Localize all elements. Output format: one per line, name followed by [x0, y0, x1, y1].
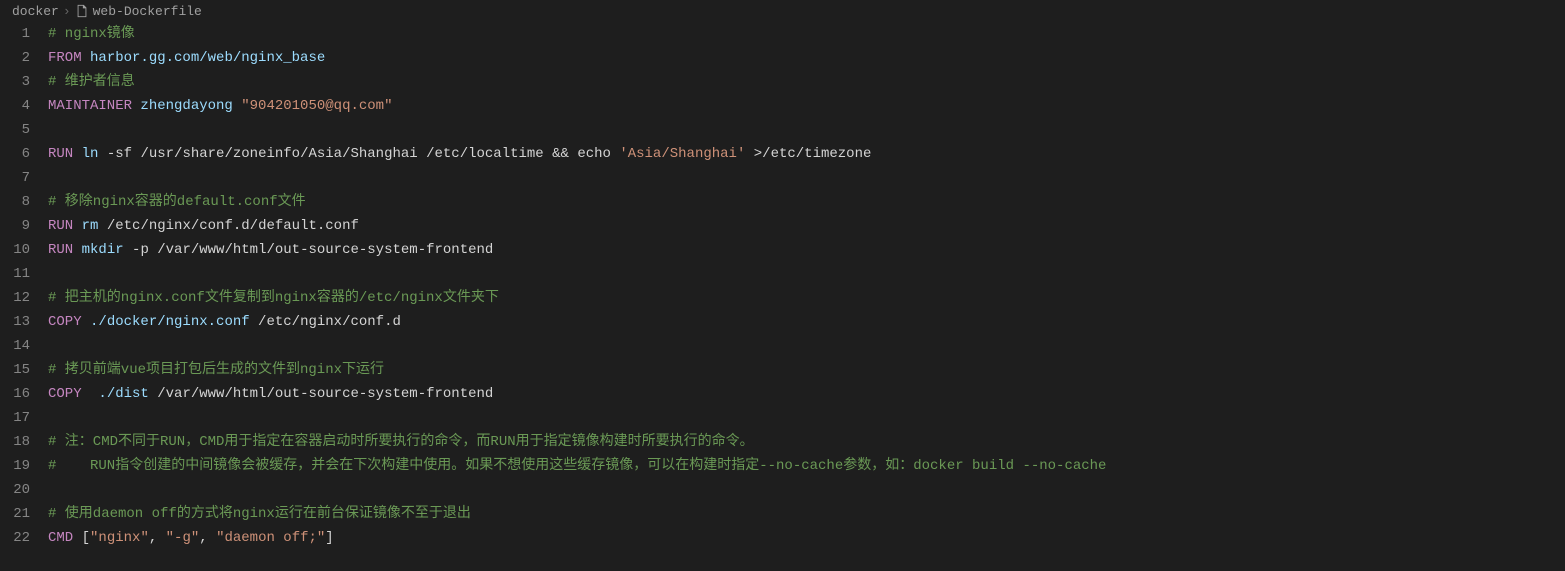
- token-keyword: RUN: [48, 218, 73, 234]
- token-string: 'Asia/Shanghai': [619, 146, 745, 162]
- line-number: 18: [0, 430, 30, 454]
- token-comment: # 把主机的nginx.conf文件复制到nginx容器的/etc/nginx文…: [48, 290, 499, 306]
- line-number: 3: [0, 70, 30, 94]
- token-string: "904201050@qq.com": [241, 98, 392, 114]
- token-plain: -p /var/www/html/out-source-system-front…: [124, 242, 494, 258]
- code-area[interactable]: # nginx镜像 FROM harbor.gg.com/web/nginx_ba…: [48, 22, 1565, 571]
- line-number: 4: [0, 94, 30, 118]
- token-comment: # 维护者信息: [48, 74, 135, 90]
- line-number: 20: [0, 478, 30, 502]
- code-line[interactable]: COPY ./dist /var/www/html/out-source-sys…: [48, 382, 1565, 406]
- token-comment: # RUN指令创建的中间镜像会被缓存，并会在下次构建中使用。如果不想使用这些缓存…: [48, 458, 1106, 474]
- token-string: "-g": [166, 530, 200, 546]
- token-plain: /etc/nginx/conf.d/default.conf: [98, 218, 358, 234]
- token-keyword: COPY: [48, 314, 82, 330]
- vertical-scrollbar[interactable]: [1551, 22, 1565, 571]
- line-number: 9: [0, 214, 30, 238]
- line-number: 21: [0, 502, 30, 526]
- token-keyword: CMD: [48, 530, 73, 546]
- line-number: 19: [0, 454, 30, 478]
- token-plain: ,: [149, 530, 166, 546]
- token-comment: # nginx镜像: [48, 26, 135, 42]
- token-string: "nginx": [90, 530, 149, 546]
- line-number: 22: [0, 526, 30, 550]
- code-line[interactable]: # 把主机的nginx.conf文件复制到nginx容器的/etc/nginx文…: [48, 286, 1565, 310]
- line-number: 2: [0, 46, 30, 70]
- token-plain: [73, 530, 81, 546]
- code-line[interactable]: RUN ln -sf /usr/share/zoneinfo/Asia/Shan…: [48, 142, 1565, 166]
- code-line[interactable]: [48, 166, 1565, 190]
- breadcrumb-file[interactable]: web-Dockerfile: [93, 4, 202, 19]
- code-line[interactable]: [48, 334, 1565, 358]
- line-number: 11: [0, 262, 30, 286]
- line-number: 6: [0, 142, 30, 166]
- breadcrumb-folder[interactable]: docker: [12, 4, 59, 19]
- token-plain: [82, 314, 90, 330]
- code-line[interactable]: # nginx镜像: [48, 22, 1565, 46]
- line-number: 10: [0, 238, 30, 262]
- code-line[interactable]: # 维护者信息: [48, 70, 1565, 94]
- token-plain: [73, 218, 81, 234]
- code-line[interactable]: MAINTAINER zhengdayong "904201050@qq.com…: [48, 94, 1565, 118]
- token-plain: [233, 98, 241, 114]
- line-number: 14: [0, 334, 30, 358]
- line-number: 17: [0, 406, 30, 430]
- token-comment: # 拷贝前端vue项目打包后生成的文件到nginx下运行: [48, 362, 384, 378]
- token-keyword: RUN: [48, 242, 73, 258]
- token-ident: mkdir: [82, 242, 124, 258]
- code-line[interactable]: RUN rm /etc/nginx/conf.d/default.conf: [48, 214, 1565, 238]
- token-ident: ln: [82, 146, 99, 162]
- line-number: 15: [0, 358, 30, 382]
- token-comment: # 使用daemon off的方式将nginx运行在前台保证镜像不至于退出: [48, 506, 471, 522]
- token-plain: [82, 386, 99, 402]
- token-plain: -sf /usr/share/zoneinfo/Asia/Shanghai /e…: [98, 146, 619, 162]
- file-icon: [75, 4, 89, 18]
- token-punc: [: [82, 530, 90, 546]
- token-keyword: MAINTAINER: [48, 98, 132, 114]
- token-plain: [82, 50, 90, 66]
- code-line[interactable]: [48, 118, 1565, 142]
- token-ident: harbor.gg.com/web/nginx_base: [90, 50, 325, 66]
- token-ident: ./docker/nginx.conf: [90, 314, 250, 330]
- token-keyword: FROM: [48, 50, 82, 66]
- code-line[interactable]: [48, 478, 1565, 502]
- breadcrumb[interactable]: docker › web-Dockerfile: [0, 0, 1565, 22]
- token-keyword: RUN: [48, 146, 73, 162]
- token-plain: >/etc/timezone: [745, 146, 871, 162]
- line-number: 12: [0, 286, 30, 310]
- token-plain: /etc/nginx/conf.d: [250, 314, 401, 330]
- token-punc: ]: [325, 530, 333, 546]
- token-plain: [73, 242, 81, 258]
- code-line[interactable]: # 注：CMD不同于RUN，CMD用于指定在容器启动时所要执行的命令，而RUN用…: [48, 430, 1565, 454]
- token-plain: [73, 146, 81, 162]
- code-line[interactable]: # 使用daemon off的方式将nginx运行在前台保证镜像不至于退出: [48, 502, 1565, 526]
- line-number: 8: [0, 190, 30, 214]
- code-line[interactable]: [48, 262, 1565, 286]
- code-line[interactable]: # 移除nginx容器的default.conf文件: [48, 190, 1565, 214]
- line-number-gutter: 12345678910111213141516171819202122: [0, 22, 48, 571]
- chevron-right-icon: ›: [63, 4, 71, 19]
- line-number: 1: [0, 22, 30, 46]
- code-line[interactable]: CMD ["nginx", "-g", "daemon off;"]: [48, 526, 1565, 550]
- token-keyword: COPY: [48, 386, 82, 402]
- token-comment: # 注：CMD不同于RUN，CMD用于指定在容器启动时所要执行的命令，而RUN用…: [48, 434, 754, 450]
- code-line[interactable]: [48, 406, 1565, 430]
- token-ident: rm: [82, 218, 99, 234]
- code-line[interactable]: FROM harbor.gg.com/web/nginx_base: [48, 46, 1565, 70]
- line-number: 13: [0, 310, 30, 334]
- code-editor[interactable]: 12345678910111213141516171819202122 # ng…: [0, 22, 1565, 571]
- code-line[interactable]: # 拷贝前端vue项目打包后生成的文件到nginx下运行: [48, 358, 1565, 382]
- line-number: 16: [0, 382, 30, 406]
- token-ident: ./dist: [98, 386, 148, 402]
- line-number: 7: [0, 166, 30, 190]
- token-ident: zhengdayong: [140, 98, 232, 114]
- token-string: "daemon off;": [216, 530, 325, 546]
- code-line[interactable]: COPY ./docker/nginx.conf /etc/nginx/conf…: [48, 310, 1565, 334]
- token-comment: # 移除nginx容器的default.conf文件: [48, 194, 306, 210]
- code-line[interactable]: RUN mkdir -p /var/www/html/out-source-sy…: [48, 238, 1565, 262]
- code-line[interactable]: # RUN指令创建的中间镜像会被缓存，并会在下次构建中使用。如果不想使用这些缓存…: [48, 454, 1565, 478]
- token-plain: /var/www/html/out-source-system-frontend: [149, 386, 493, 402]
- line-number: 5: [0, 118, 30, 142]
- token-plain: ,: [199, 530, 216, 546]
